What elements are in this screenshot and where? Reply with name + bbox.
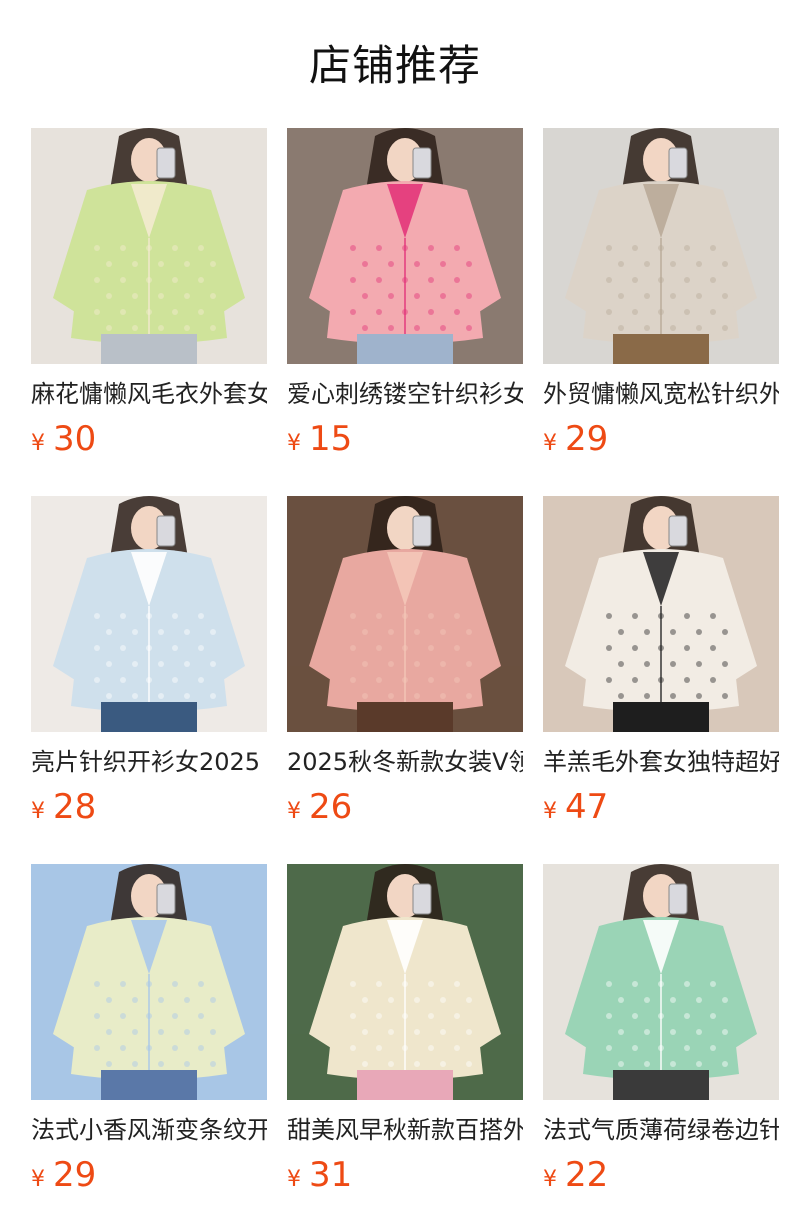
model-bottoms — [101, 1070, 197, 1100]
product-title[interactable]: 麻花慵懒风毛衣外套女 — [31, 378, 267, 410]
product-price: ¥29 — [543, 416, 779, 462]
phone-icon — [156, 147, 176, 179]
phone-icon — [668, 883, 688, 915]
model-bottoms — [357, 702, 453, 732]
cream-hooded-knit-cardigan-photo[interactable] — [287, 864, 523, 1100]
product-card[interactable]: 外贸慵懒风宽松针织外套 ¥29 — [543, 128, 779, 464]
product-grid: 麻花慵懒风毛衣外套女 ¥30 爱心刺绣镂空针织衫女 ¥15 外贸慵懒风宽松针织外套 ¥29… — [31, 128, 779, 1200]
price-amount: 29 — [53, 1155, 97, 1195]
product-price: ¥47 — [543, 784, 779, 830]
phone-icon — [412, 147, 432, 179]
model-bottoms — [357, 1070, 453, 1100]
phone-icon — [156, 883, 176, 915]
model-bottoms — [101, 702, 197, 732]
product-card[interactable]: 法式小香风渐变条纹开衫 ¥29 — [31, 864, 267, 1200]
price-amount: 31 — [309, 1155, 353, 1195]
green-cable-knit-cardigan-photo[interactable] — [31, 128, 267, 364]
product-title[interactable]: 羊羔毛外套女独特超好看 — [543, 746, 779, 778]
currency-symbol: ¥ — [287, 431, 301, 456]
price-amount: 26 — [309, 787, 353, 827]
model-bottoms — [613, 334, 709, 364]
model-bottoms — [101, 334, 197, 364]
oatmeal-zip-knit-jacket-photo[interactable] — [543, 128, 779, 364]
mint-green-cardigan-photo[interactable] — [543, 864, 779, 1100]
product-price: ¥30 — [31, 416, 267, 462]
product-price: ¥26 — [287, 784, 523, 830]
light-blue-v-neck-cardigan-photo[interactable] — [31, 496, 267, 732]
product-price: ¥29 — [31, 1152, 267, 1198]
phone-icon — [668, 515, 688, 547]
currency-symbol: ¥ — [543, 799, 557, 824]
patterned-fleece-jacket-photo[interactable] — [543, 496, 779, 732]
model-bottoms — [613, 1070, 709, 1100]
price-amount: 22 — [565, 1155, 609, 1195]
phone-icon — [412, 515, 432, 547]
model-bottoms — [613, 702, 709, 732]
product-card[interactable]: 羊羔毛外套女独特超好看 ¥47 — [543, 496, 779, 832]
product-price: ¥28 — [31, 784, 267, 830]
pink-v-neck-sweater-photo[interactable] — [287, 496, 523, 732]
price-amount: 29 — [565, 419, 609, 459]
product-title[interactable]: 2025秋冬新款女装V领 — [287, 746, 523, 778]
currency-symbol: ¥ — [543, 1167, 557, 1192]
product-card[interactable]: 法式气质薄荷绿卷边针织 ¥22 — [543, 864, 779, 1200]
product-title[interactable]: 法式气质薄荷绿卷边针织 — [543, 1114, 779, 1146]
product-title[interactable]: 甜美风早秋新款百搭外套 — [287, 1114, 523, 1146]
price-amount: 15 — [309, 419, 353, 459]
product-price: ¥31 — [287, 1152, 523, 1198]
currency-symbol: ¥ — [287, 1167, 301, 1192]
currency-symbol: ¥ — [31, 431, 45, 456]
gradient-pastel-cardigan-photo[interactable] — [31, 864, 267, 1100]
product-title[interactable]: 法式小香风渐变条纹开衫 — [31, 1114, 267, 1146]
price-amount: 28 — [53, 787, 97, 827]
model-bottoms — [357, 334, 453, 364]
product-card[interactable]: 爱心刺绣镂空针织衫女 ¥15 — [287, 128, 523, 464]
page-title: 店铺推荐 — [308, 41, 481, 90]
product-title[interactable]: 亮片针织开衫女2025 — [31, 746, 267, 778]
currency-symbol: ¥ — [287, 799, 301, 824]
currency-symbol: ¥ — [31, 799, 45, 824]
currency-symbol: ¥ — [543, 431, 557, 456]
phone-icon — [412, 883, 432, 915]
product-price: ¥22 — [543, 1152, 779, 1198]
product-title[interactable]: 外贸慵懒风宽松针织外套 — [543, 378, 779, 410]
price-amount: 30 — [53, 419, 97, 459]
pink-heart-knit-cardigan-photo[interactable] — [287, 128, 523, 364]
phone-icon — [156, 515, 176, 547]
currency-symbol: ¥ — [31, 1167, 45, 1192]
product-card[interactable]: 麻花慵懒风毛衣外套女 ¥30 — [31, 128, 267, 464]
product-card[interactable]: 亮片针织开衫女2025 ¥28 — [31, 496, 267, 832]
phone-icon — [668, 147, 688, 179]
product-card[interactable]: 甜美风早秋新款百搭外套 ¥31 — [287, 864, 523, 1200]
product-price: ¥15 — [287, 416, 523, 462]
price-amount: 47 — [565, 787, 609, 827]
product-card[interactable]: 2025秋冬新款女装V领 ¥26 — [287, 496, 523, 832]
product-title[interactable]: 爱心刺绣镂空针织衫女 — [287, 378, 523, 410]
